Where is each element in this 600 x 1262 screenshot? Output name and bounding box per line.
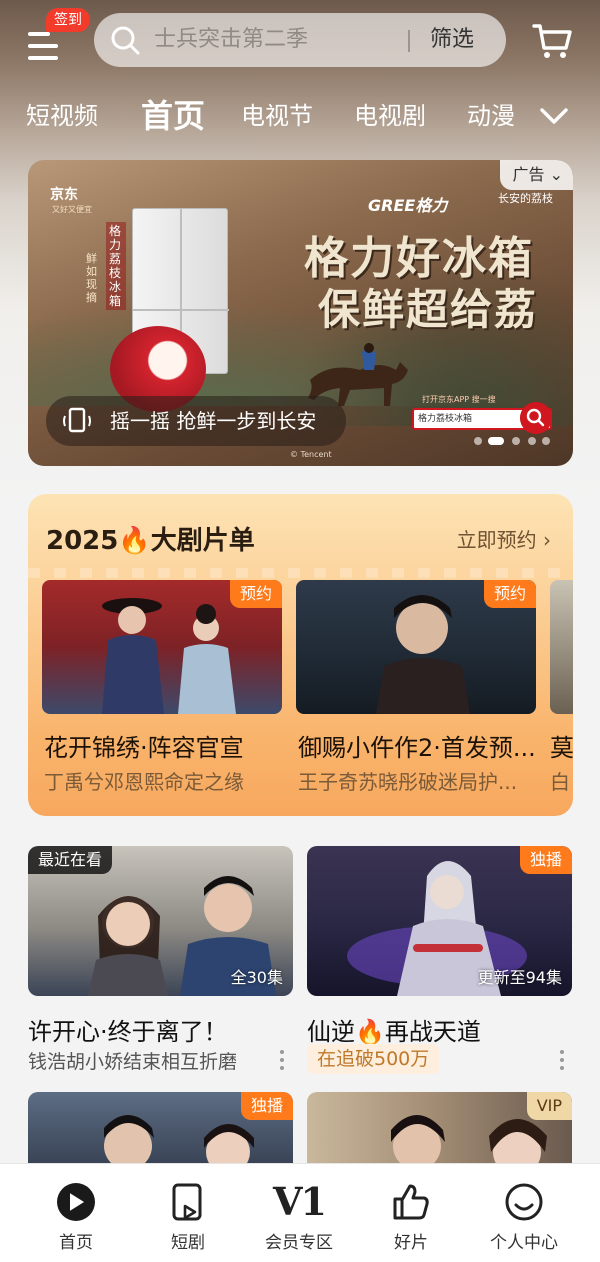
thumbs-up-icon (393, 1184, 429, 1220)
cart-icon[interactable] (530, 18, 574, 62)
reserve-badge: 预约 (483, 580, 536, 608)
shake-phone-icon (63, 407, 91, 433)
filter-button[interactable]: 筛选 (430, 13, 474, 67)
banner-headline-2: 保鲜超给荔 (318, 285, 539, 334)
nav-vip-zone[interactable]: V1 会员专区 (249, 1164, 349, 1262)
drama-poster-1[interactable]: 预约 (42, 580, 282, 714)
cobrand-logo: 长安的荔枝 (498, 192, 553, 205)
nav-label: 会员专区 (265, 1233, 333, 1253)
jd-search-icon (520, 402, 552, 434)
search-divider (408, 30, 410, 52)
drama-poster-2[interactable]: 预约 (296, 580, 536, 714)
vertical-slogan-text: 鲜如现摘 (86, 252, 97, 304)
category-tabs: 短视频 首页 电视节 电视剧 动漫 (0, 88, 600, 144)
jd-slogan: 又好又便宜 (52, 205, 92, 214)
drama-subtitle-1: 丁禹兮邓恩熙命定之缘 (44, 770, 244, 794)
drama-title-1[interactable]: 花开锦绣·阵容官宣 (44, 728, 280, 763)
exclusive-badge: 独播 (240, 1092, 293, 1120)
drama-poster-3[interactable] (550, 580, 573, 714)
nav-home[interactable]: 首页 (26, 1164, 126, 1262)
signin-badge[interactable]: 签到 (46, 8, 90, 32)
reserve-badge: 预约 (229, 580, 282, 608)
nav-good-films[interactable]: 好片 (361, 1164, 461, 1262)
nav-label: 个人中心 (490, 1233, 558, 1253)
more-options-icon[interactable] (559, 1049, 565, 1071)
drama-title-2[interactable]: 御赐小仵作2·首发预... (298, 728, 544, 763)
drama-list-title: 2025🔥大剧片单 (46, 526, 255, 556)
video-card-1[interactable]: 最近在看 全30集 (28, 846, 293, 996)
video-title-1[interactable]: 许开心·终于离了！ (28, 1012, 228, 1047)
jd-app-hint: 打开京东APP 搜一搜 (422, 395, 496, 404)
search-input[interactable]: 士兵突击第二季 (154, 13, 308, 67)
top-header: 签到 士兵突击第二季 筛选 (0, 0, 600, 80)
episode-update: 更新至94集 (477, 968, 562, 987)
ad-label[interactable]: 广告 ⌄ (500, 160, 573, 190)
chevron-down-icon[interactable] (538, 100, 570, 132)
vip-badge: VIP (526, 1092, 572, 1120)
nav-label: 首页 (59, 1233, 93, 1253)
smiley-icon (505, 1183, 543, 1221)
hot-count-badge: 在追破500万 (307, 1044, 440, 1074)
vip-icon: V1 (273, 1179, 327, 1224)
video-subtitle-1: 钱浩胡小娇结束相互折磨 (28, 1051, 238, 1073)
tab-anime[interactable]: 动漫 (467, 88, 515, 144)
tab-tv-series[interactable]: 电视剧 (354, 88, 426, 144)
video-card-2[interactable]: 独播 更新至94集 (307, 846, 572, 996)
more-options-icon[interactable] (279, 1049, 285, 1071)
play-home-icon (57, 1183, 95, 1221)
carousel-dots (474, 436, 573, 446)
tab-tv-festival[interactable]: 电视节 (241, 88, 313, 144)
drama-subtitle-3: 白 (550, 770, 570, 794)
video-title-2[interactable]: 仙逆🔥再战天道 (307, 1012, 481, 1047)
short-drama-icon (172, 1183, 202, 1221)
search-bar[interactable]: 士兵突击第二季 筛选 (94, 13, 506, 67)
ad-banner[interactable]: 京东 又好又便宜 GREE格力 长安的荔枝 格力荔枝冰箱 鲜如现摘 格力好冰箱 … (28, 160, 573, 466)
drama-title-3[interactable]: 莫 (550, 728, 573, 763)
nav-short-drama[interactable]: 短剧 (138, 1164, 238, 1262)
drama-list-card: 2025🔥大剧片单 立即预约 › 预约 预约 花开锦绣·阵容官宣 丁禹兮邓恩熙命… (28, 494, 573, 816)
exclusive-badge: 独播 (519, 846, 572, 874)
reserve-link[interactable]: 立即预约 › (457, 524, 551, 553)
gree-logo: GREE格力 (368, 196, 448, 215)
nav-label: 短剧 (171, 1233, 205, 1253)
recently-watched-badge: 最近在看 (28, 846, 113, 874)
drama-subtitle-2: 王子奇苏晓彤破迷局护... (298, 770, 518, 794)
tencent-watermark: © Tencent (290, 450, 332, 459)
jd-logo: 京东 (50, 187, 78, 203)
episode-count: 全30集 (230, 968, 283, 987)
tab-short-video[interactable]: 短视频 (26, 88, 98, 144)
nav-profile[interactable]: 个人中心 (474, 1164, 574, 1262)
nav-label: 好片 (394, 1233, 428, 1253)
search-icon (111, 26, 140, 55)
poster-character (376, 595, 470, 714)
vertical-product-text: 格力荔枝冰箱 (106, 222, 126, 310)
tab-home[interactable]: 首页 (141, 88, 205, 144)
bottom-navigation: 首页 短剧 V1 会员专区 好片 个人中心 (0, 1163, 600, 1262)
poster-characters (102, 598, 236, 714)
